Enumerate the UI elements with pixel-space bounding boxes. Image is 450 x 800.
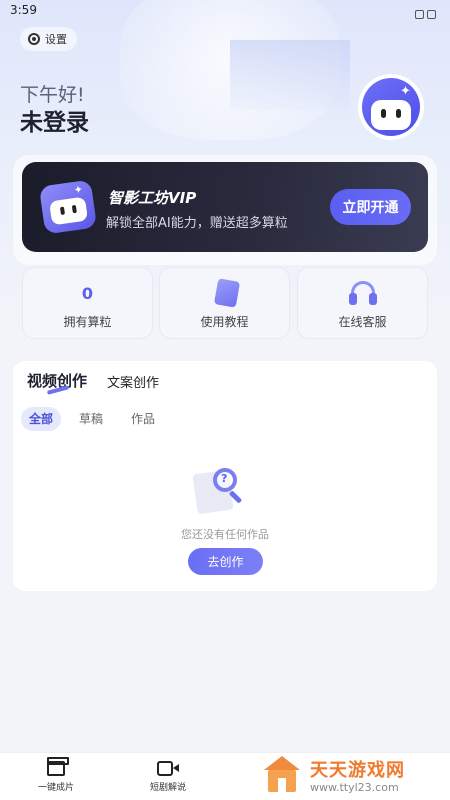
- headset-icon: [349, 281, 377, 307]
- customer-service-label: 在线客服: [338, 315, 387, 329]
- login-status[interactable]: 未登录: [20, 103, 89, 137]
- watermark-name: 天天游戏网: [310, 760, 405, 781]
- vip-open-button[interactable]: 立即开通: [330, 189, 411, 225]
- settings-label: 设置: [45, 33, 67, 46]
- status-time: 3:59: [10, 3, 37, 17]
- robot-face: [371, 100, 411, 130]
- tutorial-label: 使用教程: [200, 315, 249, 329]
- nav-label: 一键成片: [37, 783, 74, 793]
- vip-logo-icon: ✦: [38, 179, 98, 235]
- robot-avatar-icon: ✦: [362, 78, 420, 136]
- background-building: [230, 40, 350, 110]
- watermark: 天天游戏网 www.ttyl23.com: [262, 752, 442, 798]
- vip-title: 智影工坊VIP: [108, 189, 197, 207]
- battery-icon: [427, 10, 436, 19]
- video-camera-icon: [157, 761, 179, 776]
- filter-all[interactable]: 全部: [21, 407, 61, 431]
- system-icons: [412, 4, 442, 19]
- avatar[interactable]: ✦: [358, 74, 424, 140]
- nav-drama-commentary[interactable]: 短剧解说: [128, 761, 208, 793]
- settings-button[interactable]: 设置: [20, 27, 77, 51]
- watermark-url: www.ttyl23.com: [310, 781, 399, 794]
- points-label: 拥有算粒: [63, 315, 112, 329]
- filter-drafts[interactable]: 草稿: [78, 407, 104, 431]
- nav-label: 短剧解说: [149, 783, 186, 793]
- empty-search-icon: ?: [192, 466, 251, 516]
- clapperboard-icon: [47, 757, 69, 776]
- filter-works[interactable]: 作品: [130, 407, 156, 431]
- status-bar: 3:59: [0, 0, 450, 22]
- watermark-logo-icon: [262, 756, 302, 794]
- points-card[interactable]: 0 拥有算粒: [22, 267, 153, 339]
- settings-icon: [28, 33, 40, 45]
- vip-subtitle: 解锁全部AI能力，赠送超多算粒: [106, 216, 288, 231]
- sparkle-icon: ✦: [72, 182, 84, 197]
- robot-face: [49, 196, 89, 226]
- empty-state-text: 您还没有任何作品: [181, 528, 269, 541]
- points-value: 0: [81, 284, 94, 303]
- sparkle-icon: ✦: [400, 84, 411, 99]
- tutorial-card[interactable]: 使用教程: [159, 267, 290, 339]
- nav-one-click-video[interactable]: 一键成片: [16, 757, 96, 793]
- tab-copywriting[interactable]: 文案创作: [107, 372, 159, 391]
- customer-service-card[interactable]: 在线客服: [297, 267, 428, 339]
- create-button[interactable]: 去创作: [188, 548, 263, 575]
- book-icon: [213, 278, 241, 308]
- settings-status-icon: [415, 10, 424, 19]
